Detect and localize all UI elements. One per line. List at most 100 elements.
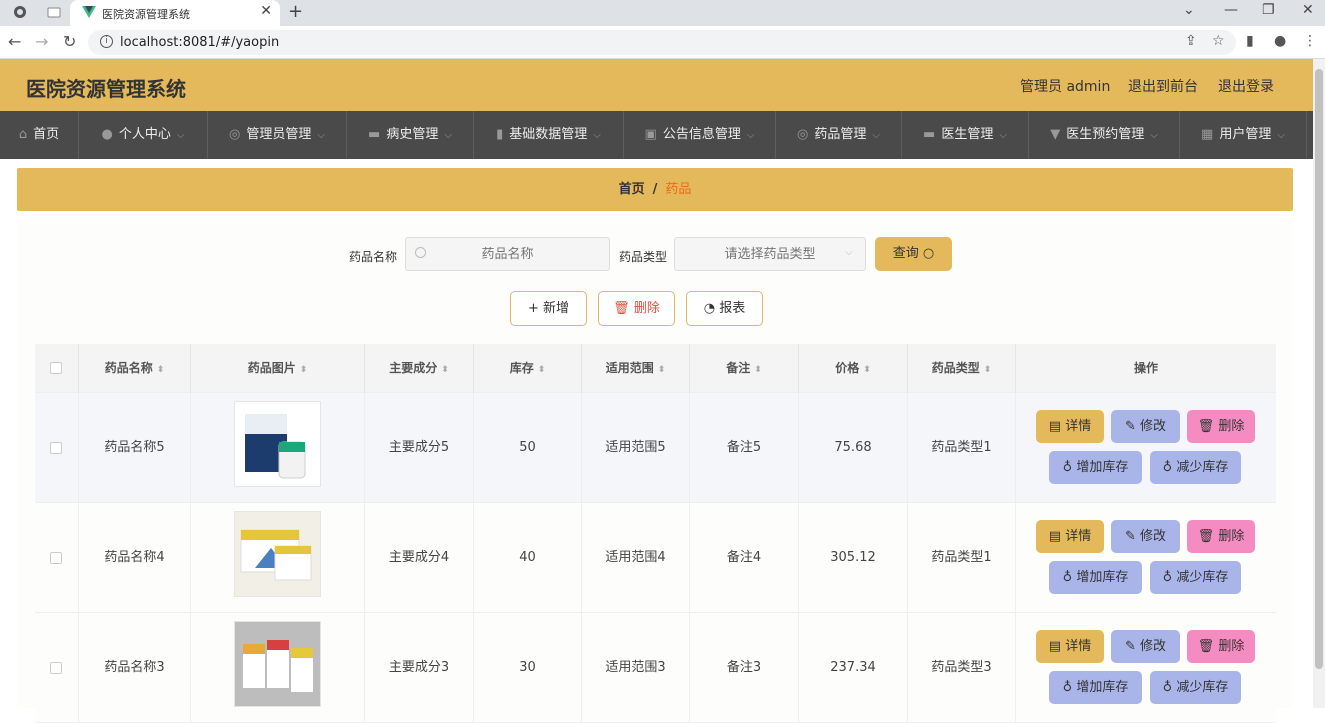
nav-item-users[interactable]: ▦ 用户管理 ⌵ [1180, 111, 1307, 159]
back-icon[interactable]: ← [8, 32, 21, 51]
edit-label: 修改 [1140, 529, 1167, 544]
close-tab-icon[interactable]: ✕ [260, 3, 272, 19]
bulb-icon: ♁ [1062, 680, 1073, 695]
share-icon[interactable]: ⇪ [1185, 33, 1197, 49]
profile-icon[interactable]: ● [1274, 33, 1286, 49]
breadcrumb-current: 药品 [665, 182, 692, 197]
col-header-note[interactable]: 备注 ⬍ [690, 344, 799, 393]
document-icon: ▤ [1048, 419, 1062, 434]
medicine-image[interactable] [234, 621, 321, 707]
sort-icon[interactable]: ⬍ [754, 365, 762, 375]
nav-item-admin[interactable]: ◎ 管理员管理 ⌵ [208, 111, 347, 159]
row-checkbox[interactable] [50, 552, 62, 564]
delete-button[interactable]: 🗑 删除 [1187, 520, 1255, 553]
col-header-price[interactable]: 价格 ⬍ [799, 344, 908, 393]
tab-placeholder-icon[interactable] [46, 4, 62, 20]
col-header-name[interactable]: 药品名称 ⬍ [79, 344, 191, 393]
medicine-type-select[interactable] [674, 237, 866, 271]
sort-icon[interactable]: ⬍ [441, 365, 449, 375]
col-header-type[interactable]: 药品类型 ⬍ [908, 344, 1016, 393]
component-cell: 主要成分5 [365, 393, 474, 503]
close-window-icon[interactable]: ✕ [1302, 2, 1314, 18]
sort-icon[interactable]: ⬍ [157, 365, 165, 375]
url-field[interactable]: i localhost:8081/#/yaopin [88, 30, 1236, 55]
scrollbar-thumb[interactable] [1315, 69, 1323, 669]
col-header-stock[interactable]: 库存 ⬍ [474, 344, 582, 393]
col-header-component[interactable]: 主要成分 ⬍ [365, 344, 474, 393]
col-header-label: 药品类型 [931, 361, 980, 375]
edit-button[interactable]: ✎ 修改 [1111, 630, 1180, 663]
pencil-icon: ✎ [1124, 639, 1136, 654]
reload-icon[interactable]: ↻ [63, 32, 76, 51]
nav-item-home[interactable]: ⌂ 首页 [0, 111, 79, 159]
query-button[interactable]: 查询 ○ [875, 237, 952, 271]
delete-button[interactable]: 🗑 删除 [1187, 410, 1255, 443]
minimize-icon[interactable]: — [1224, 2, 1238, 18]
new-tab-icon[interactable]: + [288, 1, 303, 22]
reduce-stock-button[interactable]: ♁ 减少库存 [1150, 561, 1241, 594]
table-header: 药品名称 ⬍ 药品图片 ⬍ 主要成分 ⬍ 库存 ⬍ 适用范围 ⬍ 备注 ⬍ 价格 ⬍ 药品类型… [35, 344, 1276, 393]
tab-search-icon[interactable]: ⌄ [1183, 2, 1195, 18]
nav-item-notice[interactable]: ▣ 公告信息管理 ⌵ [624, 111, 776, 159]
nav-item-appointment[interactable]: ▼ 医生预约管理 ⌵ [1029, 111, 1180, 159]
table-row[interactable]: 药品名称4 主要成分4 40 适用范围4 备注4 305.12 药品类型1 ▤ 详情 ✎ 修改 🗑… [35, 503, 1276, 613]
report-button[interactable]: ◔ 报表 [686, 291, 763, 326]
medicine-image[interactable] [234, 511, 321, 597]
edit-button[interactable]: ✎ 修改 [1111, 410, 1180, 443]
add-stock-button[interactable]: ♁ 增加库存 [1049, 671, 1142, 704]
admin-icon: ◎ [229, 127, 241, 142]
reduce-stock-button[interactable]: ♁ 减少库存 [1150, 451, 1241, 484]
exit-to-front-link[interactable]: 退出到前台 [1128, 76, 1198, 96]
breadcrumb-home[interactable]: 首页 [619, 182, 645, 197]
reduce-stock-button[interactable]: ♁ 减少库存 [1150, 671, 1241, 704]
add-stock-button[interactable]: ♁ 增加库存 [1049, 561, 1142, 594]
table-row[interactable]: 药品名称5 主要成分5 50 适用范围5 备注5 75.68 药品类型1 ▤ 详情 ✎ 修改 🗑 … [35, 393, 1276, 503]
nav-item-history[interactable]: ▬ 病史管理 ⌵ [347, 111, 474, 159]
batch-delete-button[interactable]: 🗑 删除 [598, 291, 675, 326]
trash-icon: 🗑 [1197, 529, 1215, 544]
globe-icon[interactable] [12, 4, 28, 20]
nav-item-personal[interactable]: ● 个人中心 ⌵ [79, 111, 208, 159]
menu-dots-icon[interactable]: ⋮ [1303, 33, 1317, 49]
medicine-type-cell: 药品类型3 [908, 613, 1016, 723]
medicine-name-input[interactable] [405, 237, 610, 271]
nav-item-doctor[interactable]: ▬ 医生管理 ⌵ [902, 111, 1029, 159]
sort-icon[interactable]: ⬍ [300, 365, 308, 375]
forward-icon[interactable]: → [35, 32, 48, 51]
detail-button[interactable]: ▤ 详情 [1036, 630, 1104, 663]
sort-icon[interactable]: ⬍ [538, 365, 546, 375]
add-stock-button[interactable]: ♁ 增加库存 [1049, 451, 1142, 484]
table-row[interactable]: 药品名称3 主要成分3 30 适用范围3 备注3 237.34 药品类型3 ▤ 详情 ✎ 修改 🗑… [35, 613, 1276, 723]
clipboard-icon: ▣ [644, 127, 657, 142]
row-checkbox[interactable] [50, 442, 62, 454]
pin-icon: ▼ [1050, 127, 1061, 142]
nav-item-medicine[interactable]: ◎ 药品管理 ⌵ [776, 111, 902, 159]
row-checkbox[interactable] [50, 662, 62, 674]
col-header-scope[interactable]: 适用范围 ⬍ [582, 344, 690, 393]
add-button[interactable]: + 新增 [510, 291, 587, 326]
bookmark-star-icon[interactable]: ☆ [1212, 33, 1225, 49]
nav-item-basedata[interactable]: ▮ 基础数据管理 ⌵ [474, 111, 624, 159]
breadcrumb-separator: / [652, 182, 658, 197]
medicine-image[interactable] [234, 401, 321, 487]
select-all-checkbox[interactable] [50, 362, 62, 374]
detail-button[interactable]: ▤ 详情 [1036, 410, 1104, 443]
restore-icon[interactable]: ❐ [1262, 2, 1275, 18]
nav-label: 公告信息管理 [662, 127, 741, 142]
logout-link[interactable]: 退出登录 [1218, 76, 1274, 96]
sidebar-icon[interactable]: ▮ [1246, 33, 1254, 49]
sort-icon[interactable]: ⬍ [658, 365, 666, 375]
detail-button[interactable]: ▤ 详情 [1036, 520, 1104, 553]
sort-icon[interactable]: ⬍ [863, 365, 871, 375]
chevron-down-icon: ⌵ [593, 130, 601, 141]
add-stock-label: 增加库存 [1076, 570, 1129, 585]
sort-icon[interactable]: ⬍ [984, 365, 992, 375]
page-scrollbar[interactable] [1313, 59, 1325, 708]
browser-tab-active[interactable]: 医院资源管理系统 ✕ [70, 0, 280, 26]
edit-button[interactable]: ✎ 修改 [1111, 520, 1180, 553]
info-icon[interactable]: i [100, 35, 113, 48]
col-header-image[interactable]: 药品图片 ⬍ [191, 344, 365, 393]
document-icon: ▤ [1048, 529, 1062, 544]
delete-button[interactable]: 🗑 删除 [1187, 630, 1255, 663]
col-header-label: 库存 [509, 361, 534, 375]
